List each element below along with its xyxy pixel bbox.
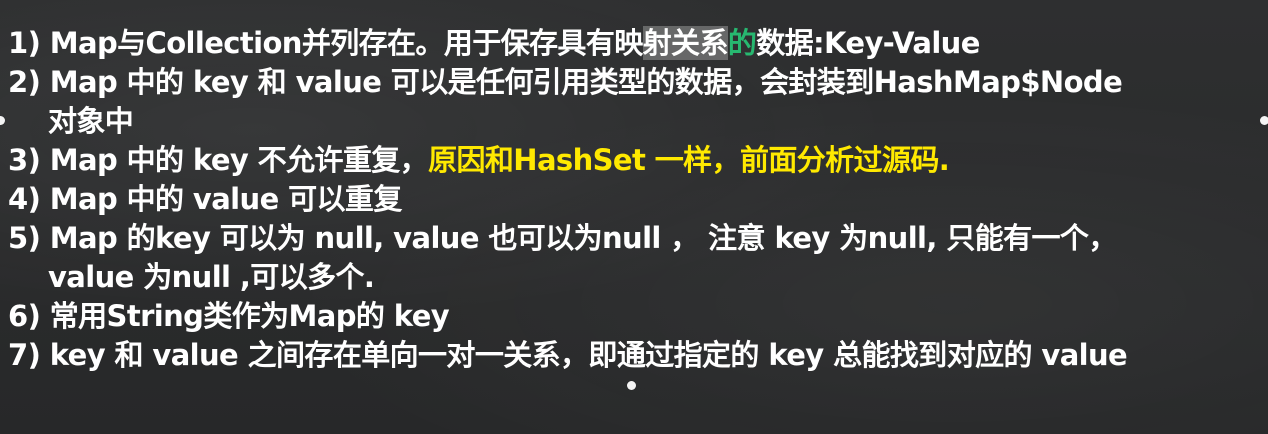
list-item-4: 4) Map 中的 value 可以重复 xyxy=(8,180,1258,219)
list-item-7: 7) key 和 value 之间存在单向一对一关系，即通过指定的 key 总能… xyxy=(8,336,1258,375)
list-item-5: 5) Map 的key 可以为 null, value 也可以为null ， 注… xyxy=(8,219,1258,258)
item-text: 常用String类作为Map的 key xyxy=(40,299,450,333)
item-number: 2) xyxy=(8,65,41,99)
item-text: value 为null ,可以多个. xyxy=(48,260,375,294)
item-text: Map与Collection并列存在。用于保存具有映 xyxy=(40,26,644,60)
item-text: Map 中的 key 和 value 可以是任何引用类型的数据，会封装到Hash… xyxy=(40,65,1123,99)
list-item-6: 6) 常用String类作为Map的 key xyxy=(8,297,1258,336)
item-number: 7) xyxy=(8,338,41,372)
item-text: Map 的key 可以为 null, value 也可以为null ， 注意 k… xyxy=(40,221,1118,255)
list-item-5-continuation: value 为null ,可以多个. xyxy=(8,258,1258,297)
slide-handle-bottom[interactable] xyxy=(627,381,636,390)
item-text: Map 中的 value 可以重复 xyxy=(40,182,403,216)
slide: 1) Map与Collection并列存在。用于保存具有映射关系的数据:Key-… xyxy=(0,0,1268,434)
list-item-2: 2) Map 中的 key 和 value 可以是任何引用类型的数据，会封装到H… xyxy=(8,63,1258,102)
item-number: 5) xyxy=(8,221,41,255)
item-note-yellow: 原因和HashSet 一样，前面分析过源码. xyxy=(428,143,950,177)
item-text: key 和 value 之间存在单向一对一关系，即通过指定的 key 总能找到对… xyxy=(40,338,1128,372)
item-number: 6) xyxy=(8,299,41,333)
cursor-text: 的 xyxy=(727,26,757,60)
list-item-3: 3) Map 中的 key 不允许重复，原因和HashSet 一样，前面分析过源… xyxy=(8,141,1258,180)
item-number: 1) xyxy=(8,26,41,60)
map-features-list: 1) Map与Collection并列存在。用于保存具有映射关系的数据:Key-… xyxy=(8,24,1258,375)
selection-highlight: 射关系 xyxy=(642,26,728,60)
item-number: 4) xyxy=(8,182,41,216)
item-text-end: 数据:Key-Value xyxy=(756,26,980,60)
item-number: 3) xyxy=(8,143,41,177)
item-text: Map 中的 key 不允许重复， xyxy=(40,143,429,177)
slide-handle-left[interactable] xyxy=(0,116,5,125)
list-item-2-continuation: 对象中 xyxy=(8,102,1258,141)
item-text: 对象中 xyxy=(48,104,134,138)
slide-handle-right[interactable] xyxy=(1260,116,1268,125)
list-item-1: 1) Map与Collection并列存在。用于保存具有映射关系的数据:Key-… xyxy=(8,24,1258,63)
